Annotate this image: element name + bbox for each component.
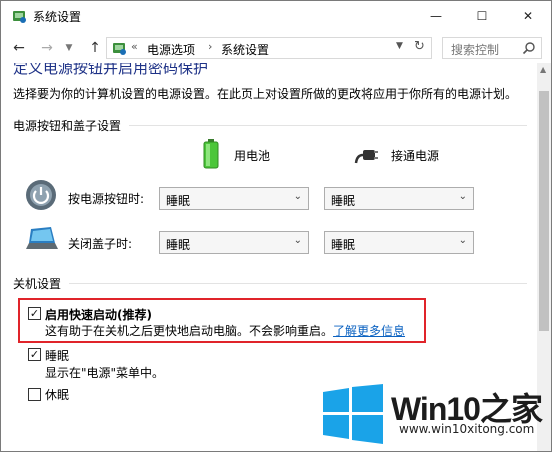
hibernate-label[interactable]: 休眠 <box>45 386 69 403</box>
learn-more-link[interactable]: 了解更多信息 <box>333 324 405 338</box>
arrow-left-icon: ← <box>13 40 25 56</box>
breadcrumb-overflow-icon[interactable]: « <box>131 40 138 53</box>
chevron-down-icon: ▼ <box>65 43 73 53</box>
maximize-icon: ☐ <box>476 9 488 23</box>
breadcrumb-item-power-options[interactable]: 电源选项 <box>147 41 195 58</box>
title-bar: 系统设置 — ☐ ✕ <box>1 1 551 31</box>
address-bar[interactable]: « 电源选项 › 系统设置 ▼ ↻ <box>106 37 432 59</box>
fast-startup-description: 这有助于在关机之后更快地启动电脑。不会影响重启。了解更多信息 <box>45 322 405 339</box>
chevron-down-icon: ⌄ <box>293 235 302 246</box>
close-lid-plugged-select[interactable]: 睡眠 ⌄ <box>324 231 474 254</box>
close-button[interactable]: ✕ <box>505 1 551 31</box>
search-icon <box>522 42 535 55</box>
control-panel-icon <box>13 11 26 23</box>
minimize-button[interactable]: — <box>413 1 459 31</box>
shutdown-section-title: 关机设置 <box>13 277 62 291</box>
window-title: 系统设置 <box>33 10 82 24</box>
close-icon: ✕ <box>522 9 534 23</box>
fast-startup-label[interactable]: 启用快速启动(推荐) <box>45 306 152 323</box>
arrow-up-icon: ↑ <box>89 40 101 56</box>
chevron-down-icon: ⌄ <box>458 191 467 202</box>
refresh-icon[interactable]: ↻ <box>414 39 425 54</box>
minimize-icon: — <box>430 9 442 23</box>
power-button-row-label: 按电源按钮时: <box>68 192 145 206</box>
sleep-description: 显示在"电源"菜单中。 <box>45 366 165 380</box>
search-input[interactable]: 搜索控制 <box>442 37 542 59</box>
power-button-icon <box>26 180 56 210</box>
address-dropdown-icon[interactable]: ▼ <box>396 41 403 51</box>
chevron-down-icon: ⌄ <box>293 191 302 202</box>
navigation-bar: ← → ▼ ↑ « 电源选项 › 系统设置 ▼ ↻ 搜索控制 <box>1 33 551 63</box>
chevron-right-icon: › <box>208 40 213 53</box>
section-divider <box>69 283 527 284</box>
windows-logo-icon <box>323 384 383 444</box>
plugged-in-column-header: 接通电源 <box>391 149 440 163</box>
fast-startup-checkbox[interactable]: ✓ <box>28 307 41 320</box>
back-button[interactable]: ← <box>9 38 29 58</box>
hibernate-checkbox[interactable] <box>28 388 41 401</box>
select-value: 睡眠 <box>166 194 191 208</box>
select-value: 睡眠 <box>331 238 356 252</box>
sleep-label[interactable]: 睡眠 <box>45 347 69 364</box>
laptop-lid-icon <box>26 227 58 249</box>
chevron-down-icon: ⌄ <box>458 235 467 246</box>
watermark: Win10之家 www.win10xitong.com <box>321 380 551 451</box>
page-heading: 定义电源按钮并启用密码保护 <box>13 63 209 77</box>
forward-button[interactable]: → <box>37 38 57 58</box>
power-button-plugged-select[interactable]: 睡眠 ⌄ <box>324 187 474 210</box>
select-value: 睡眠 <box>331 194 356 208</box>
scrollbar-thumb[interactable] <box>539 91 549 331</box>
close-lid-battery-select[interactable]: 睡眠 ⌄ <box>159 231 309 254</box>
power-section-title: 电源按钮和盖子设置 <box>13 119 122 133</box>
power-plug-icon <box>354 150 378 164</box>
arrow-right-icon: → <box>41 40 53 56</box>
section-divider <box>129 125 527 126</box>
battery-icon <box>203 139 219 169</box>
maximize-button[interactable]: ☐ <box>459 1 505 31</box>
control-panel-icon <box>113 43 126 55</box>
recent-locations-button[interactable]: ▼ <box>63 38 75 58</box>
fast-startup-description-text: 这有助于在关机之后更快地启动电脑。不会影响重启。 <box>45 324 334 338</box>
battery-column-header: 用电池 <box>234 149 271 163</box>
up-button[interactable]: ↑ <box>85 38 105 58</box>
select-value: 睡眠 <box>166 238 191 252</box>
scroll-up-icon[interactable]: ▲ <box>540 65 546 74</box>
close-lid-row-label: 关闭盖子时: <box>68 237 133 251</box>
search-placeholder: 搜索控制 <box>451 43 500 57</box>
system-settings-window: 系统设置 — ☐ ✕ ← → ▼ ↑ « 电源选项 › 系统设置 ▼ ↻ 搜索控… <box>0 0 552 452</box>
breadcrumb-item-system-settings[interactable]: 系统设置 <box>221 41 269 58</box>
page-description: 选择要为你的计算机设置的电源设置。在此页上对设置所做的更改将应用于你所有的电源计… <box>13 87 518 101</box>
power-button-battery-select[interactable]: 睡眠 ⌄ <box>159 187 309 210</box>
sleep-checkbox[interactable]: ✓ <box>28 348 41 361</box>
watermark-url: www.win10xitong.com <box>399 422 535 436</box>
